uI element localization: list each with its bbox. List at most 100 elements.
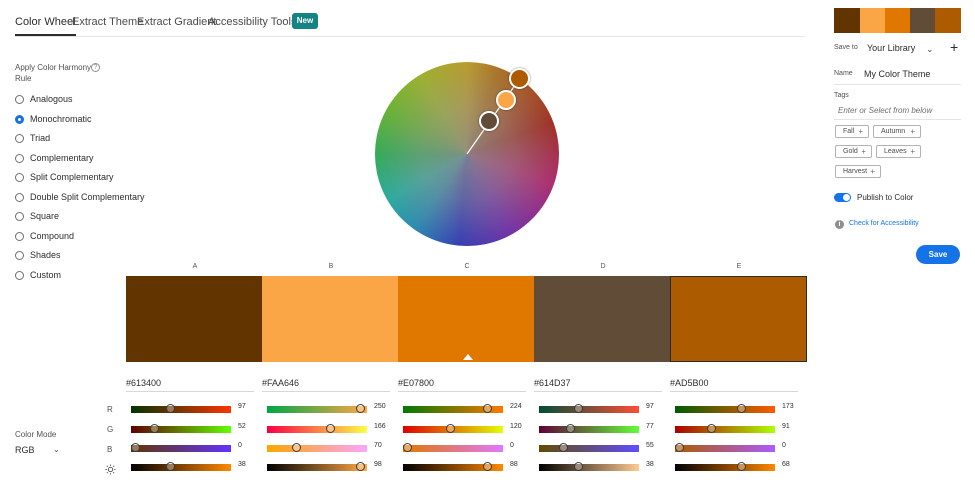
- slider-b-b[interactable]: [267, 443, 367, 452]
- rule-monochromatic[interactable]: Monochromatic: [15, 113, 165, 127]
- radio-icon[interactable]: [15, 212, 24, 221]
- slider-value-b-e[interactable]: 0: [782, 442, 806, 449]
- slider-value-g-d[interactable]: 77: [646, 423, 670, 430]
- slider-b-d[interactable]: [539, 443, 639, 452]
- add-library-icon[interactable]: +: [950, 40, 958, 54]
- rule-shades[interactable]: Shades: [15, 249, 165, 263]
- radio-icon[interactable]: [15, 231, 24, 241]
- slider-value-brightness-a[interactable]: 38: [238, 461, 262, 468]
- slider-b-a[interactable]: [131, 443, 231, 452]
- chevron-down-icon[interactable]: ⌄: [926, 44, 934, 55]
- slider-value-brightness-d[interactable]: 38: [646, 461, 670, 468]
- slider-knob[interactable]: [483, 462, 493, 471]
- slider-brightness-b[interactable]: [267, 462, 367, 471]
- slider-knob[interactable]: [445, 424, 455, 433]
- radio-icon[interactable]: [15, 134, 24, 143]
- wheel-handle-e[interactable]: [509, 68, 530, 89]
- slider-brightness-e[interactable]: [675, 462, 775, 471]
- tag-harvest[interactable]: Harvest +: [835, 165, 881, 178]
- slider-knob[interactable]: [356, 462, 366, 471]
- hex-value-e[interactable]: #AD5B00: [670, 378, 798, 392]
- slider-b-c[interactable]: [403, 443, 503, 452]
- slider-value-b-a[interactable]: 0: [238, 442, 262, 449]
- hex-value-d[interactable]: #614D37: [534, 378, 662, 392]
- hex-value-c[interactable]: #E07800: [398, 378, 526, 392]
- slider-knob[interactable]: [291, 443, 301, 452]
- slider-knob[interactable]: [356, 404, 366, 413]
- rule-complementary[interactable]: Complementary: [15, 152, 165, 166]
- slider-knob[interactable]: [573, 462, 583, 471]
- slider-value-brightness-c[interactable]: 88: [510, 461, 534, 468]
- rule-compound[interactable]: Compound: [15, 230, 165, 244]
- slider-knob[interactable]: [165, 462, 175, 471]
- save-button[interactable]: Save: [916, 245, 960, 264]
- slider-value-g-a[interactable]: 52: [238, 423, 262, 430]
- slider-g-a[interactable]: [131, 424, 231, 433]
- slider-knob[interactable]: [736, 404, 746, 413]
- slider-brightness-c[interactable]: [403, 462, 503, 471]
- library-select[interactable]: Your Library: [867, 43, 915, 53]
- radio-selected-icon[interactable]: [15, 114, 24, 124]
- slider-value-r-a[interactable]: 97: [238, 403, 262, 410]
- swatch-c[interactable]: [398, 276, 534, 362]
- slider-knob[interactable]: [482, 404, 492, 413]
- slider-knob[interactable]: [149, 424, 159, 433]
- slider-knob[interactable]: [403, 443, 412, 452]
- swatch-a[interactable]: [126, 276, 262, 362]
- hex-value-a[interactable]: #613400: [126, 378, 254, 392]
- slider-value-brightness-b[interactable]: 98: [374, 461, 398, 468]
- tab-accessibility-tools[interactable]: Accessibility Tools: [208, 16, 296, 28]
- slider-knob[interactable]: [165, 404, 175, 413]
- slider-value-r-e[interactable]: 173: [782, 403, 806, 410]
- tab-extract-theme[interactable]: Extract Theme: [72, 16, 143, 28]
- radio-icon[interactable]: [15, 153, 24, 163]
- tag-gold[interactable]: Gold +: [835, 145, 872, 158]
- publish-toggle[interactable]: [834, 193, 851, 202]
- slider-g-c[interactable]: [403, 424, 503, 433]
- radio-icon[interactable]: [15, 270, 24, 280]
- slider-value-g-c[interactable]: 120: [510, 423, 534, 430]
- tab-color-wheel[interactable]: Color Wheel: [15, 16, 76, 36]
- radio-icon[interactable]: [15, 251, 24, 260]
- slider-knob[interactable]: [326, 424, 336, 433]
- slider-r-d[interactable]: [539, 404, 639, 413]
- slider-r-b[interactable]: [267, 404, 367, 413]
- slider-value-b-c[interactable]: 0: [510, 442, 534, 449]
- slider-g-e[interactable]: [675, 424, 775, 433]
- slider-value-brightness-e[interactable]: 68: [782, 461, 806, 468]
- rule-analogous[interactable]: Analogous: [15, 93, 165, 107]
- wheel-handle-b[interactable]: [496, 90, 516, 110]
- tab-extract-gradient[interactable]: Extract Gradient: [137, 16, 216, 28]
- slider-knob[interactable]: [736, 462, 746, 471]
- slider-r-a[interactable]: [131, 404, 231, 413]
- swatch-b[interactable]: [262, 276, 398, 362]
- slider-value-b-b[interactable]: 70: [374, 442, 398, 449]
- slider-knob[interactable]: [707, 424, 717, 433]
- slider-b-e[interactable]: [675, 443, 775, 452]
- tag-autumn[interactable]: Autumn +: [873, 125, 921, 138]
- slider-value-b-d[interactable]: 55: [646, 442, 670, 449]
- rule-triad[interactable]: Triad: [15, 132, 165, 146]
- theme-name-input[interactable]: My Color Theme: [864, 69, 930, 79]
- slider-g-d[interactable]: [539, 424, 639, 433]
- help-icon[interactable]: ?: [91, 63, 100, 72]
- rule-square[interactable]: Square: [15, 210, 165, 224]
- slider-value-g-b[interactable]: 166: [374, 423, 398, 430]
- slider-knob[interactable]: [566, 424, 576, 433]
- radio-icon[interactable]: [15, 173, 24, 182]
- tags-input[interactable]: Enter or Select from below: [838, 106, 932, 115]
- slider-value-r-d[interactable]: 97: [646, 403, 670, 410]
- rule-double-split-complementary[interactable]: Double Split Complementary: [15, 191, 165, 205]
- check-accessibility-link[interactable]: Check for Accessibility: [849, 220, 919, 227]
- radio-icon[interactable]: [15, 95, 24, 104]
- slider-value-r-b[interactable]: 250: [374, 403, 398, 410]
- color-wheel[interactable]: [375, 62, 559, 246]
- swatch-e[interactable]: [670, 276, 807, 362]
- radio-icon[interactable]: [15, 192, 24, 202]
- slider-knob[interactable]: [675, 443, 684, 452]
- wheel-handle-d[interactable]: [479, 111, 499, 131]
- slider-brightness-d[interactable]: [539, 462, 639, 471]
- slider-knob[interactable]: [131, 443, 140, 452]
- slider-g-b[interactable]: [267, 424, 367, 433]
- tag-leaves[interactable]: Leaves +: [876, 145, 921, 158]
